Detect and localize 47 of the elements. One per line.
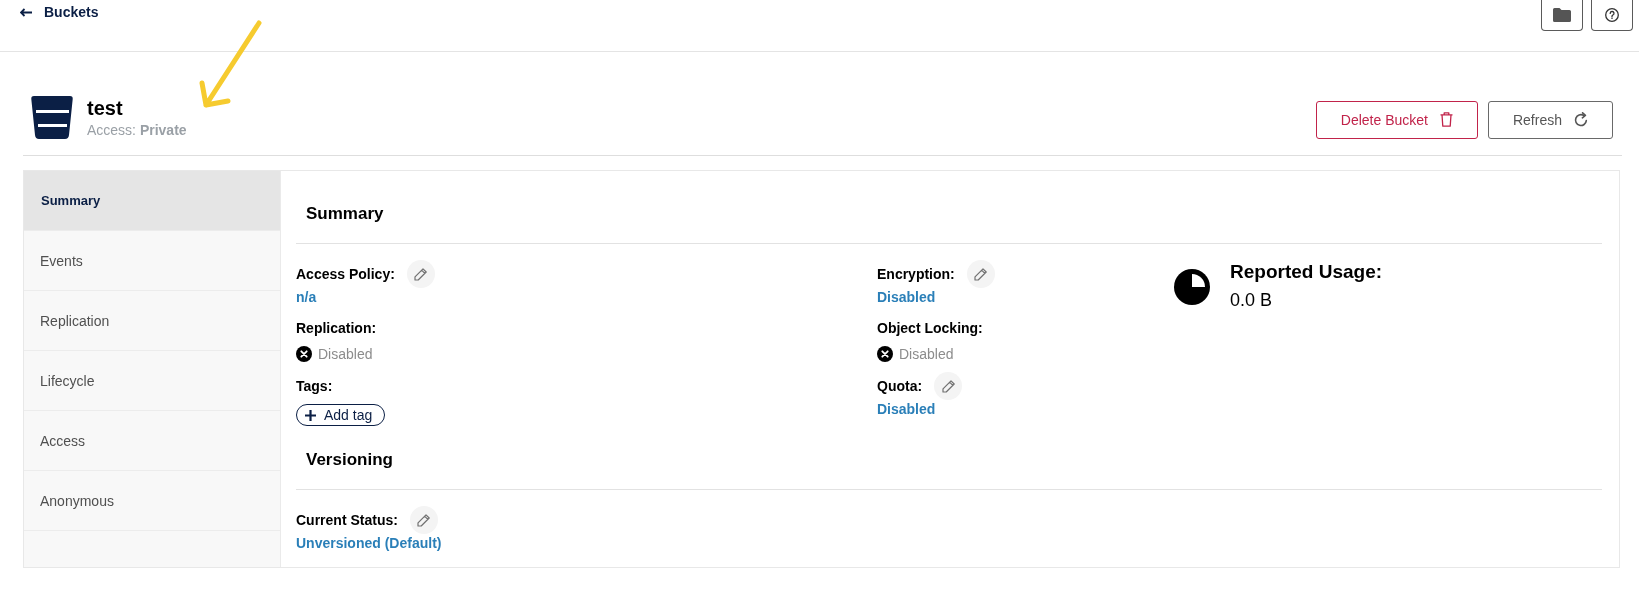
sidebar-item[interactable]: Lifecycle [24, 351, 280, 411]
folder-button[interactable] [1541, 0, 1583, 31]
status-text: Disabled [899, 346, 954, 362]
add-tag-button[interactable]: Add tag [296, 404, 386, 426]
field-value: Disabled [877, 288, 936, 306]
pencil-icon [974, 267, 988, 281]
field-value: Unversioned (Default) [296, 534, 442, 552]
field-value: Disabled [877, 400, 936, 418]
sidebar-item[interactable]: Replication [24, 291, 280, 351]
status-text: Disabled [318, 346, 373, 362]
edit-button[interactable] [966, 260, 995, 288]
back-link[interactable]: Buckets [20, 3, 99, 21]
bucket-title: test [87, 97, 123, 119]
pie-chart-icon [1174, 269, 1210, 305]
arrow-left-icon [20, 7, 32, 17]
bucket-icon [31, 95, 73, 139]
field-label: Quota: [877, 377, 923, 396]
field-label: Tags: [296, 377, 333, 396]
field-label: Object Locking: [877, 319, 983, 338]
refresh-icon [1574, 112, 1588, 127]
usage-value: 0.0 B [1230, 289, 1274, 311]
folder-icon [1553, 8, 1571, 22]
section-title: Summary [296, 171, 1602, 244]
pencil-icon [941, 379, 955, 393]
help-icon [1605, 8, 1619, 22]
field-label: Current Status: [296, 511, 398, 530]
field-value: n/a [296, 288, 317, 306]
access-text: Access: Private [87, 122, 187, 139]
pencil-icon [414, 267, 428, 281]
usage-label: Reported Usage: [1230, 261, 1383, 283]
sidebar-item[interactable]: Events [24, 231, 280, 291]
sidebar-item[interactable]: Anonymous [24, 471, 280, 531]
sidebar-item[interactable]: Access [24, 411, 280, 471]
help-button[interactable] [1591, 0, 1633, 31]
field-label: Encryption: [877, 265, 955, 284]
sidebar-item[interactable]: Summary [24, 171, 280, 231]
trash-icon [1439, 112, 1453, 127]
edit-button[interactable] [406, 260, 435, 288]
edit-button[interactable] [934, 372, 963, 400]
field-label: Access Policy: [296, 265, 395, 284]
field-label: Replication: [296, 319, 377, 338]
section-title: Versioning [296, 426, 1602, 490]
delete-button[interactable]: Delete Bucket [1315, 100, 1478, 139]
plus-icon [305, 409, 316, 421]
edit-button[interactable] [409, 506, 438, 534]
refresh-button[interactable]: Refresh [1487, 100, 1613, 139]
pencil-icon [417, 513, 431, 527]
